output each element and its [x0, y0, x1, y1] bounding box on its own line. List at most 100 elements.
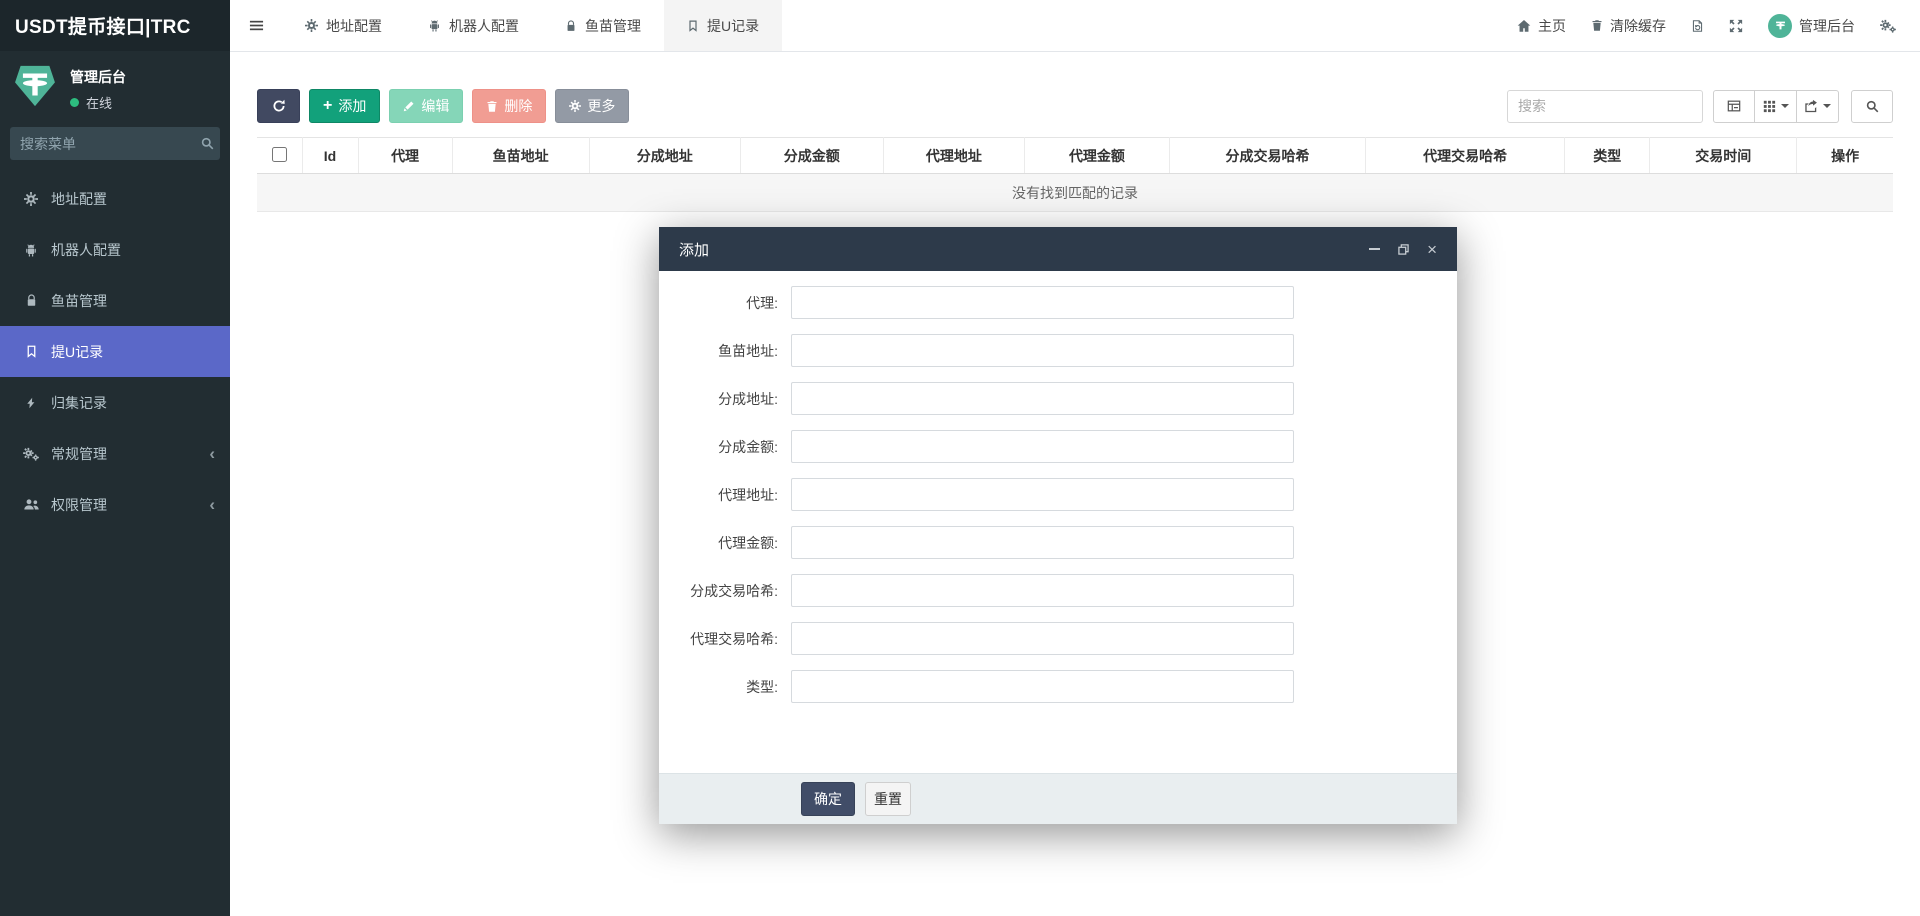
- field-label: 代理:: [746, 294, 778, 311]
- sidebar-search-input[interactable]: [20, 135, 201, 152]
- chevron-left-icon: ‹: [209, 495, 215, 514]
- modal-header[interactable]: 添加 ×: [659, 227, 1457, 271]
- col-agent-tx-hash: 代理交易哈希: [1365, 137, 1566, 174]
- restore-icon: [1398, 243, 1409, 255]
- caret-down-icon: [1780, 104, 1789, 108]
- fry-address-input[interactable]: [791, 334, 1294, 367]
- toggle-view-button[interactable]: [1713, 89, 1755, 123]
- reset-button[interactable]: 重置: [865, 782, 911, 816]
- toolbar-right: [1507, 89, 1893, 123]
- home-icon: [1517, 19, 1531, 33]
- select-all-checkbox[interactable]: [271, 146, 287, 162]
- form-row-share-amount: 分成金额:: [659, 430, 1457, 463]
- select-all-cell: [257, 137, 303, 174]
- form-row-agent-tx-hash: 代理交易哈希:: [659, 622, 1457, 655]
- field-label: 代理交易哈希:: [690, 630, 778, 647]
- table-view-button-group: [1713, 89, 1839, 123]
- caret-down-icon: [1823, 104, 1831, 108]
- refresh-button[interactable]: [257, 89, 300, 123]
- field-label: 类型:: [746, 678, 778, 695]
- agent-tx-hash-input[interactable]: [791, 622, 1294, 655]
- user-menu[interactable]: 管理后台: [1768, 13, 1855, 38]
- sidebar-item-general-management[interactable]: 常规管理 ‹: [0, 428, 230, 479]
- tab-withdraw-records[interactable]: 提U记录: [664, 0, 783, 51]
- edit-button[interactable]: 编辑: [389, 89, 464, 123]
- sidebar-item-robot-config[interactable]: 机器人配置: [0, 224, 230, 275]
- agent-address-input[interactable]: [791, 478, 1294, 511]
- form-row-agent: 代理:: [659, 286, 1457, 319]
- empty-row: 没有找到匹配的记录: [257, 173, 1893, 212]
- tether-logo-icon: [12, 62, 58, 108]
- tab-address-config[interactable]: 地址配置: [282, 0, 405, 51]
- minimize-button[interactable]: [1369, 248, 1381, 250]
- col-share-amount: 分成金额: [739, 137, 884, 174]
- sidebar-item-withdraw-records[interactable]: 提U记录: [0, 326, 230, 377]
- close-icon[interactable]: ×: [1427, 241, 1437, 258]
- sidebar-toggle-button[interactable]: [230, 0, 282, 51]
- field-label: 分成地址:: [718, 390, 778, 407]
- add-record-modal: 添加 × 代理: 鱼苗地址: 分成地址: 分成金额: 代理地址: 代理金额: 分…: [659, 227, 1457, 824]
- navbar-right: 主页 清除缓存 管理后台: [1517, 0, 1920, 51]
- sidebar: USDT提币接口|TRC 管理后台 在线 地址配置: [0, 0, 230, 916]
- add-button[interactable]: + 添加: [309, 89, 381, 123]
- col-share-tx-hash: 分成交易哈希: [1168, 137, 1367, 174]
- type-input[interactable]: [791, 670, 1294, 703]
- export-dropdown-button[interactable]: [1797, 89, 1839, 123]
- col-id: Id: [301, 137, 359, 174]
- bookmark-icon: [20, 345, 42, 358]
- sidebar-item-fry-management[interactable]: 鱼苗管理: [0, 275, 230, 326]
- gear-icon: [569, 100, 582, 112]
- col-agent: 代理: [357, 137, 453, 174]
- settings-menu[interactable]: [1880, 19, 1896, 33]
- page-refresh-icon: [1691, 19, 1704, 33]
- table-search-input[interactable]: [1507, 89, 1703, 123]
- form-row-type: 类型:: [659, 670, 1457, 703]
- agent-amount-input[interactable]: [791, 526, 1294, 559]
- minimize-icon: [1369, 248, 1381, 250]
- app-title: USDT提币接口|TRC: [0, 0, 230, 51]
- sidebar-item-collection-records[interactable]: 归集记录: [0, 377, 230, 428]
- col-share-address: 分成地址: [588, 137, 741, 174]
- top-navbar: 地址配置 机器人配置 鱼苗管理 提U记录 主页 清除缓存 管理后台: [230, 0, 1920, 52]
- plus-icon: +: [323, 97, 333, 114]
- fullscreen-button[interactable]: [1729, 19, 1743, 33]
- search-toggle-button[interactable]: [1851, 89, 1893, 123]
- modal-footer: 确定 重置: [659, 773, 1457, 824]
- form-row-fry-address: 鱼苗地址:: [659, 334, 1457, 367]
- share-tx-hash-input[interactable]: [791, 574, 1294, 607]
- search-icon: [1866, 100, 1879, 113]
- clear-cache-button[interactable]: 清除缓存: [1591, 16, 1666, 36]
- columns-dropdown-button[interactable]: [1755, 89, 1797, 123]
- tab-robot-config[interactable]: 机器人配置: [405, 0, 542, 51]
- table-header-row: Id 代理 鱼苗地址 分成地址 分成金额 代理地址 代理金额 分成交易哈希 代理…: [257, 137, 1893, 174]
- refresh-icon: [272, 99, 286, 113]
- form-row-agent-amount: 代理金额:: [659, 526, 1457, 559]
- agent-input[interactable]: [791, 286, 1294, 319]
- users-icon: [20, 498, 42, 511]
- share-amount-input[interactable]: [791, 430, 1294, 463]
- hamburger-icon: [249, 18, 264, 33]
- field-label: 鱼苗地址:: [718, 342, 778, 359]
- search-icon[interactable]: [201, 137, 214, 150]
- sidebar-search: [10, 127, 220, 160]
- share-address-input[interactable]: [791, 382, 1294, 415]
- trash-icon: [1591, 19, 1603, 32]
- more-button[interactable]: 更多: [555, 89, 630, 123]
- maximize-button[interactable]: [1398, 243, 1409, 255]
- field-label: 代理地址:: [718, 486, 778, 503]
- tab-fry-management[interactable]: 鱼苗管理: [542, 0, 664, 51]
- sidebar-item-address-config[interactable]: 地址配置: [0, 173, 230, 224]
- page-refresh-button[interactable]: [1691, 19, 1704, 33]
- sidebar-item-permission-management[interactable]: 权限管理 ‹: [0, 479, 230, 530]
- modal-title: 添加: [679, 241, 710, 259]
- robot-icon: [428, 19, 441, 32]
- records-table: Id 代理 鱼苗地址 分成地址 分成金额 代理地址 代理金额 分成交易哈希 代理…: [257, 137, 1893, 212]
- grid-columns-icon: [1763, 100, 1776, 113]
- bookmark-icon: [687, 20, 699, 32]
- delete-button[interactable]: 删除: [472, 89, 547, 123]
- confirm-button[interactable]: 确定: [801, 782, 855, 816]
- home-link[interactable]: 主页: [1517, 16, 1566, 36]
- field-label: 分成交易哈希:: [690, 582, 778, 599]
- chevron-left-icon: ‹: [209, 444, 215, 463]
- online-dot-icon: [70, 98, 79, 107]
